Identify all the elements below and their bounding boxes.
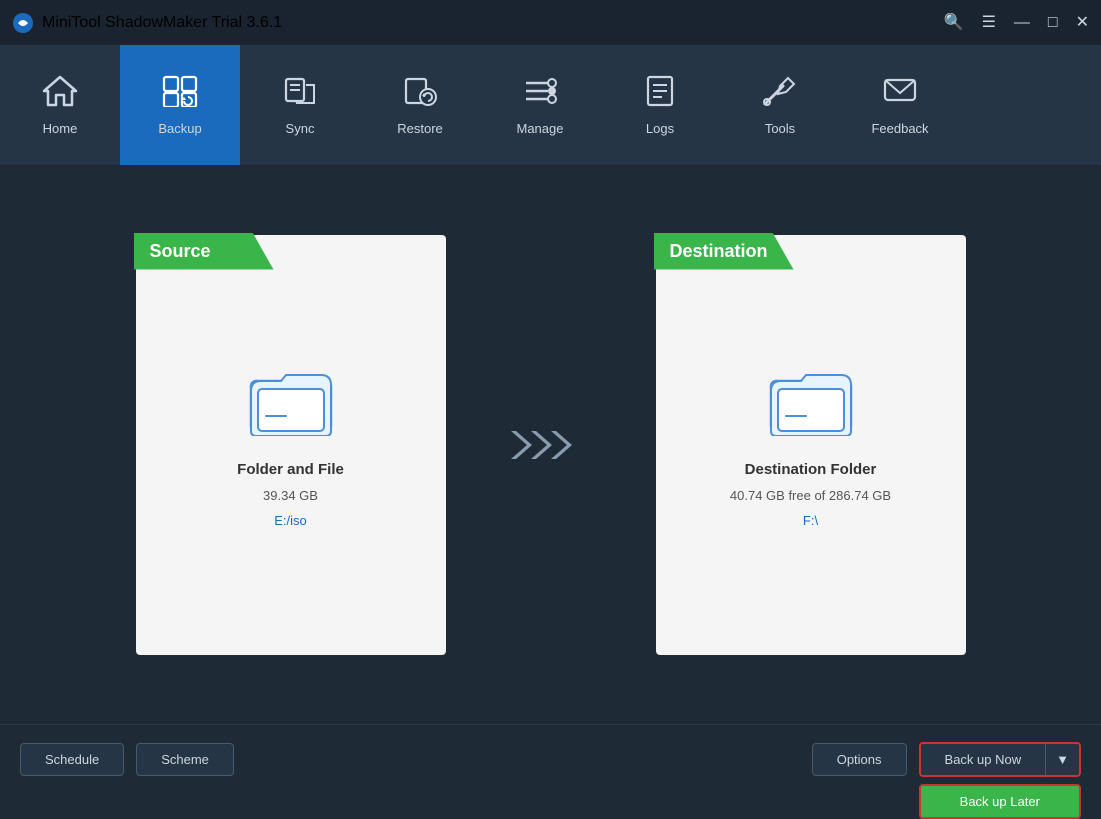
nav-label-backup: Backup [158, 121, 201, 136]
destination-panel[interactable]: Destination Destination Folder 40.74 GB … [656, 235, 966, 655]
nav-item-backup[interactable]: Backup [120, 45, 240, 165]
destination-title: Destination Folder [745, 461, 877, 478]
options-button[interactable]: Options [812, 743, 907, 776]
backup-later-button[interactable]: Back up Later [919, 784, 1081, 819]
nav-item-manage[interactable]: Manage [480, 45, 600, 165]
nav-item-restore[interactable]: Restore [360, 45, 480, 165]
bottom-left: Schedule Scheme [20, 743, 234, 776]
source-panel[interactable]: Source Folder and File 39.34 GB E:/iso [136, 235, 446, 655]
close-icon[interactable]: ✕ [1076, 15, 1089, 31]
nav-bar: Home Backup Sync [0, 45, 1101, 165]
home-icon [42, 75, 78, 113]
scheme-button[interactable]: Scheme [136, 743, 234, 776]
nav-label-sync: Sync [286, 121, 315, 136]
feedback-icon [882, 75, 918, 113]
title-bar-controls: 🔍 ☰ — □ ✕ [944, 15, 1089, 31]
app-logo-icon [12, 12, 34, 34]
schedule-button[interactable]: Schedule [20, 743, 124, 776]
nav-item-tools[interactable]: Tools [720, 45, 840, 165]
nav-item-logs[interactable]: Logs [600, 45, 720, 165]
bottom-bar: Schedule Scheme Options Back up Now ▼ Ba… [0, 724, 1101, 794]
search-icon[interactable]: 🔍 [944, 15, 964, 31]
nav-label-restore: Restore [397, 121, 443, 136]
backup-icon [162, 75, 198, 113]
source-path: E:/iso [274, 513, 307, 528]
nav-label-logs: Logs [646, 121, 674, 136]
backup-now-dropdown-button[interactable]: ▼ [1045, 742, 1081, 777]
sync-icon [282, 75, 318, 113]
main-content: Source Folder and File 39.34 GB E:/iso D… [0, 165, 1101, 724]
nav-item-home[interactable]: Home [0, 45, 120, 165]
nav-label-feedback: Feedback [871, 121, 928, 136]
destination-label: Destination [654, 233, 794, 270]
source-label: Source [134, 233, 274, 270]
nav-label-manage: Manage [517, 121, 564, 136]
nav-label-home: Home [43, 121, 78, 136]
nav-item-sync[interactable]: Sync [240, 45, 360, 165]
app-title: MiniTool ShadowMaker Trial 3.6.1 [42, 14, 282, 32]
menu-icon[interactable]: ☰ [982, 15, 996, 31]
tools-icon [762, 75, 798, 113]
title-bar-left: MiniTool ShadowMaker Trial 3.6.1 [12, 12, 282, 34]
destination-free-space: 40.74 GB free of 286.74 GB [730, 488, 891, 503]
manage-icon [522, 75, 558, 113]
source-folder-icon [246, 361, 336, 441]
arrow-section [506, 425, 596, 465]
destination-path: F:\ [803, 513, 818, 528]
logs-icon [642, 75, 678, 113]
nav-label-tools: Tools [765, 121, 795, 136]
backup-now-button[interactable]: Back up Now [919, 742, 1046, 777]
source-size: 39.34 GB [263, 488, 318, 503]
destination-folder-icon [766, 361, 856, 441]
nav-item-feedback[interactable]: Feedback [840, 45, 960, 165]
source-title: Folder and File [237, 461, 344, 478]
backup-now-group: Back up Now ▼ Back up Later [919, 742, 1081, 777]
bottom-right: Options Back up Now ▼ Back up Later [812, 742, 1081, 777]
minimize-icon[interactable]: — [1014, 15, 1030, 31]
title-bar: MiniTool ShadowMaker Trial 3.6.1 🔍 ☰ — □… [0, 0, 1101, 45]
restore-icon [402, 75, 438, 113]
maximize-icon[interactable]: □ [1048, 15, 1058, 31]
